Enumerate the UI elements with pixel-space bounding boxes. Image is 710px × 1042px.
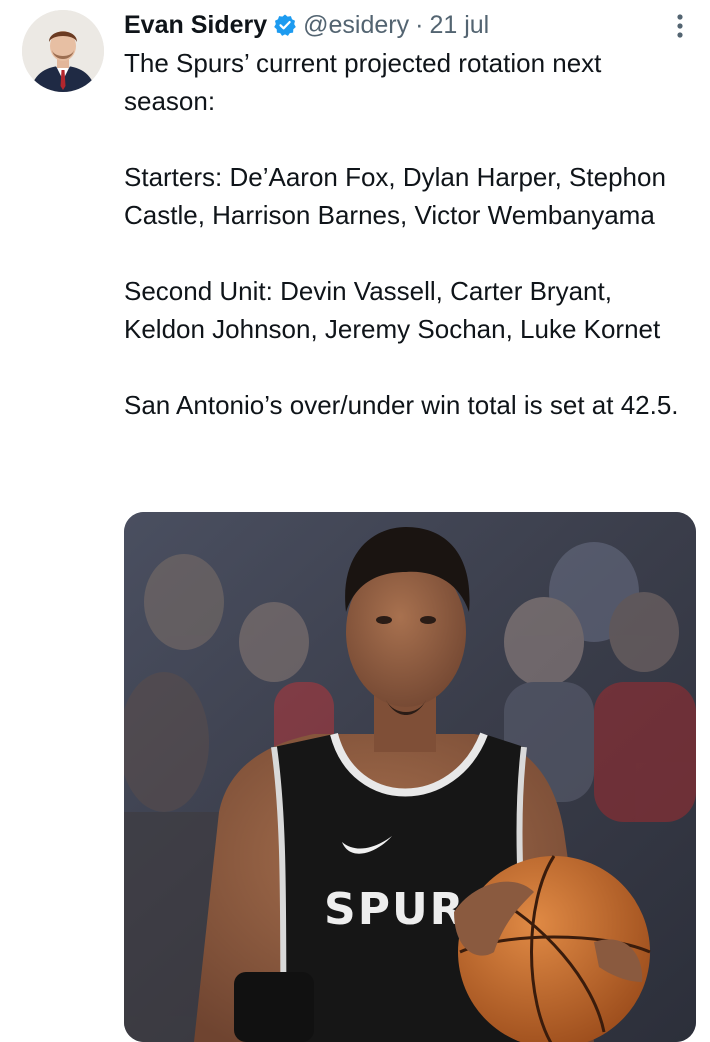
avatar-image	[22, 10, 104, 92]
header-separator: ·	[415, 10, 424, 39]
tweet-text: The Spurs’ current projected rotation ne…	[124, 44, 694, 424]
author-name[interactable]: Evan Sidery	[124, 11, 267, 40]
player-photo: SPURS	[124, 512, 696, 1042]
author-avatar[interactable]	[22, 10, 104, 92]
tweet-date[interactable]: 21 jul	[429, 11, 489, 40]
tweet-media-photo[interactable]: SPURS	[124, 512, 696, 1042]
tweet-paragraph-second-unit: Second Unit: Devin Vassell, Carter Bryan…	[124, 276, 661, 344]
tweet-paragraph-starters: Starters: De’Aaron Fox, Dylan Harper, St…	[124, 162, 666, 230]
tweet-paragraph-win-total: San Antonio’s over/under win total is se…	[124, 390, 679, 420]
author-handle[interactable]: @esidery	[303, 11, 409, 40]
tweet-paragraph-intro: The Spurs’ current projected rotation ne…	[124, 48, 602, 116]
more-options-icon[interactable]	[668, 12, 692, 42]
tweet-header: Evan Sidery @esidery · 21 jul	[124, 8, 489, 42]
verified-badge-icon	[273, 13, 297, 37]
